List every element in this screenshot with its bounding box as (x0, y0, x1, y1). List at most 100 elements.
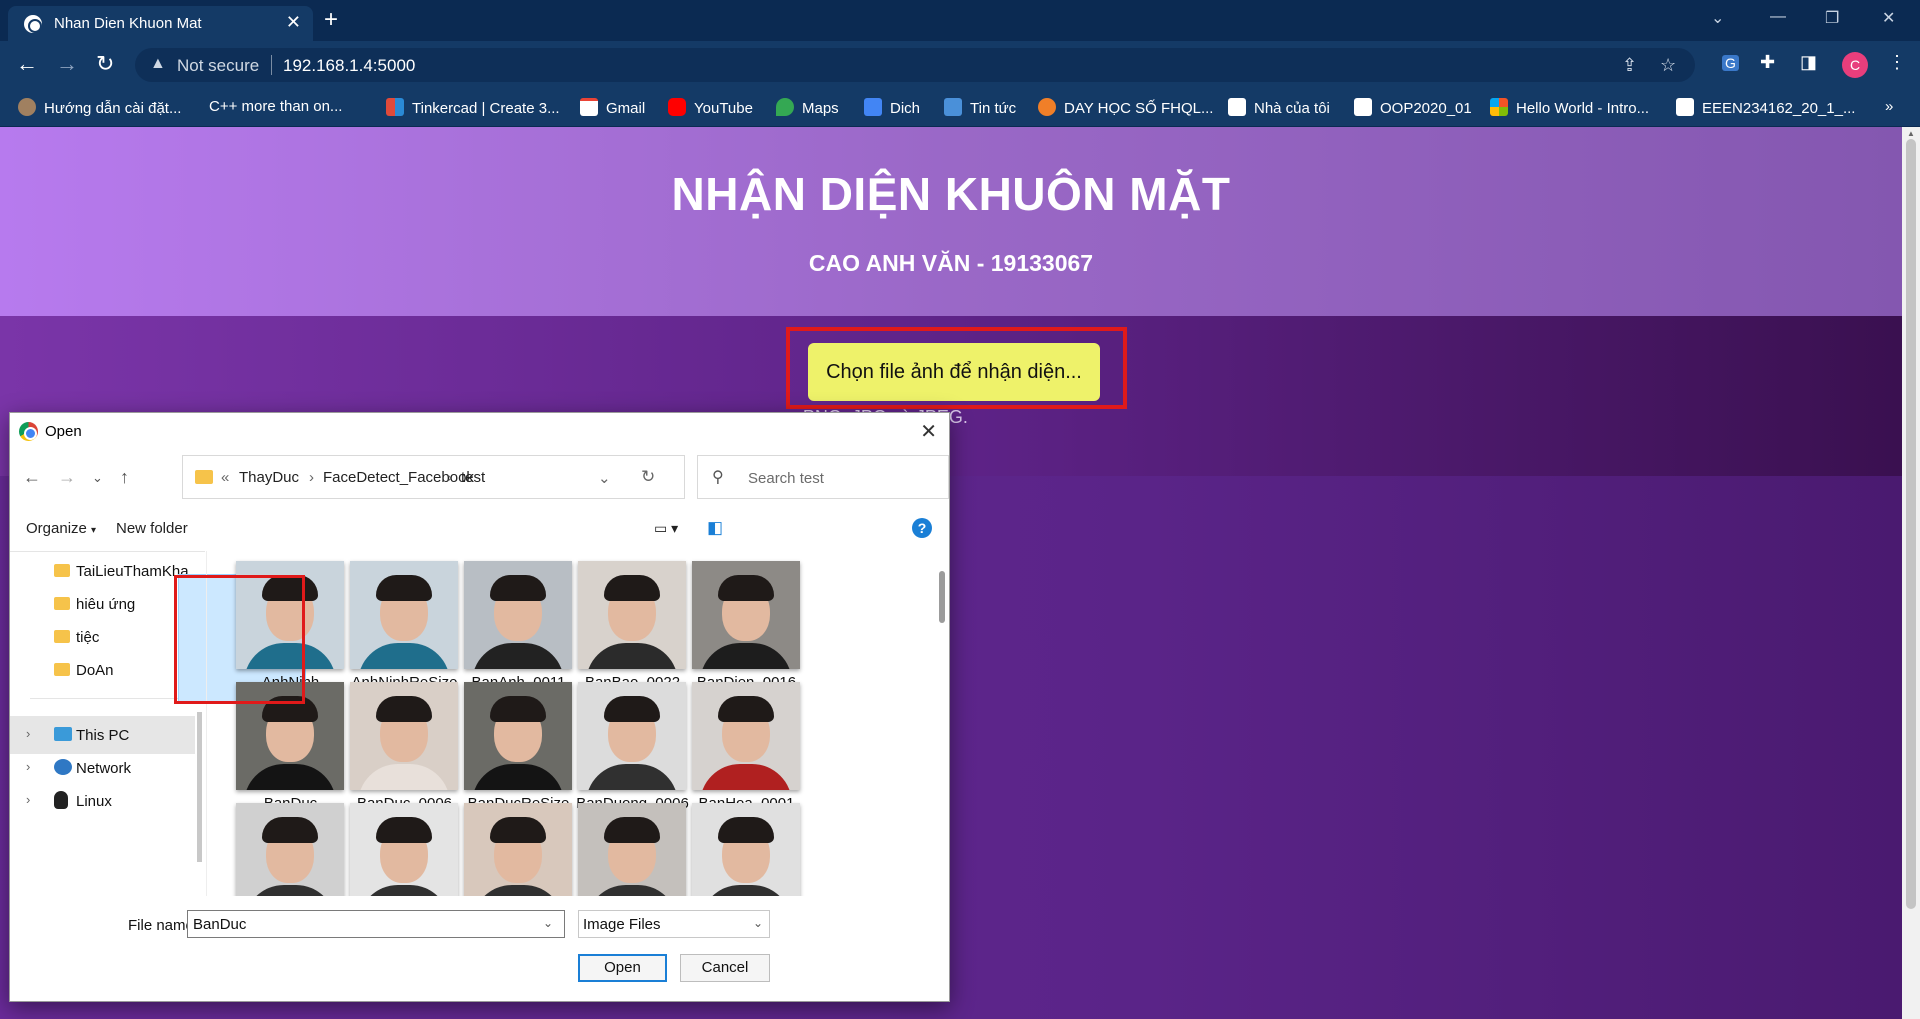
dialog-command-bar: Organize ▾ New folder ▭ ▾ ◧ ? (10, 511, 949, 547)
chevron-right-icon[interactable]: › (26, 792, 30, 807)
chevron-right-icon[interactable]: › (26, 726, 30, 741)
tinkercad-icon (386, 98, 404, 116)
tab-search-icon[interactable]: ⌄ (1711, 8, 1724, 28)
thumbnail-body (700, 885, 792, 896)
new-folder-button[interactable]: New folder (116, 520, 188, 537)
header-banner: NHẬN DIỆN KHUÔN MẶT CAO ANH VĂN - 191330… (0, 127, 1902, 316)
thumbnail-hair (718, 696, 774, 722)
scroll-up-icon[interactable]: ▲ (1907, 129, 1915, 138)
dialog-titlebar: Open ✕ (10, 413, 949, 449)
new-tab-button[interactable]: + (324, 6, 338, 34)
bookmark-item[interactable]: Tin tức (944, 98, 1016, 117)
bookmark-star-icon[interactable]: ☆ (1660, 55, 1676, 76)
restore-button[interactable]: ❐ (1825, 8, 1839, 28)
bookmarks-overflow-icon[interactable]: » (1885, 98, 1893, 115)
bookmark-item[interactable]: OOP2020_01 (1354, 98, 1472, 117)
image-thumbnail (692, 682, 800, 790)
chevron-down-icon: ⌄ (752, 916, 763, 930)
bookmark-item[interactable]: C++ more than on... (209, 98, 342, 115)
bookmark-item[interactable]: Tinkercad | Create 3... (386, 98, 560, 117)
breadcrumb-item[interactable]: ThayDuc (239, 469, 299, 486)
bookmark-icon (18, 98, 36, 116)
forward-icon[interactable]: → (58, 467, 76, 488)
bookmark-item[interactable]: DAY HỌC SỐ FHQL... (1038, 98, 1213, 117)
file-grid: AnhNinhAnhNinhReSizeBanAnh_0011BanBao_00… (206, 551, 941, 896)
nav-scrollbar-thumb[interactable] (197, 712, 202, 862)
news-icon (944, 98, 962, 116)
open-file-dialog: Open ✕ ← → ⌄ ↑ « ThayDuc › FaceDetect_Fa… (9, 412, 950, 1002)
bookmark-item[interactable]: Dich (864, 98, 920, 117)
cancel-button[interactable]: Cancel (680, 954, 770, 982)
thumbnail-hair (490, 817, 546, 843)
nav-item-folder[interactable]: DoAn (10, 651, 195, 689)
files-scrollbar-thumb[interactable] (939, 571, 945, 623)
close-tab-icon[interactable]: ✕ (286, 12, 301, 33)
page-title: NHẬN DIỆN KHUÔN MẶT (671, 168, 1231, 220)
extensions-icon[interactable]: ✚ (1760, 52, 1775, 73)
bookmark-item[interactable]: Nhà của tôi (1228, 98, 1330, 117)
bookmark-item[interactable]: YouTube (668, 98, 753, 117)
bookmark-item[interactable]: Gmail (580, 98, 645, 117)
help-icon[interactable]: ? (912, 518, 932, 538)
translate-icon[interactable]: G (1722, 55, 1739, 71)
choose-file-button[interactable]: Chọn file ảnh để nhận diện... (808, 343, 1100, 401)
share-icon[interactable]: ⇪ (1622, 55, 1637, 76)
search-placeholder: Search test (748, 470, 824, 487)
menu-icon[interactable]: ⋮ (1888, 52, 1906, 73)
side-panel-icon[interactable]: ◨ (1800, 52, 1817, 73)
url-text[interactable]: 192.168.1.4:5000 (283, 56, 415, 76)
not-secure-label[interactable]: Not secure (177, 56, 259, 76)
bookmark-item[interactable]: EEEN234162_20_1_... (1676, 98, 1855, 117)
breadcrumb[interactable]: « ThayDuc › FaceDetect_Facebook › test ⌄… (182, 455, 685, 499)
search-icon: ⚲ (712, 469, 724, 486)
recent-locations-icon[interactable]: ⌄ (92, 470, 103, 486)
bookmark-item[interactable]: Hello World - Intro... (1490, 98, 1649, 117)
back-icon[interactable]: ← (16, 51, 38, 77)
reload-icon[interactable]: ↻ (96, 51, 114, 77)
open-button[interactable]: Open (578, 954, 667, 982)
file-item[interactable] (665, 793, 805, 896)
close-window-button[interactable]: ✕ (1882, 8, 1895, 28)
breadcrumb-item[interactable]: test (461, 469, 485, 486)
organize-button[interactable]: Organize ▾ (26, 520, 96, 537)
refresh-icon[interactable]: ↻ (641, 467, 655, 487)
bookmark-item[interactable]: Hướng dẫn cài đặt... (18, 98, 181, 117)
view-options-icon[interactable]: ▭ ▾ (654, 520, 678, 537)
file-item[interactable]: BanDien_0016 (665, 551, 805, 691)
globe-icon (24, 15, 42, 33)
close-dialog-icon[interactable]: ✕ (920, 419, 937, 444)
forward-icon[interactable]: → (56, 51, 78, 77)
preview-pane-icon[interactable]: ◧ (707, 518, 723, 538)
image-thumbnail (692, 803, 800, 896)
minimize-button[interactable]: — (1770, 8, 1786, 26)
file-item[interactable]: BanHoa_0001 (665, 672, 805, 812)
file-type-select[interactable]: Image Files ⌄ (578, 910, 770, 938)
search-input[interactable]: ⚲ Search test (697, 455, 949, 499)
scrollbar-thumb[interactable] (1906, 139, 1916, 909)
thumbnail-hair (604, 696, 660, 722)
up-folder-icon[interactable]: ↑ (120, 467, 129, 488)
nav-item-linux[interactable]: › Linux (10, 782, 195, 820)
youtube-icon (668, 98, 686, 116)
breadcrumb-prefix: « (221, 469, 230, 486)
browser-tab[interactable]: Nhan Dien Khuon Mat ✕ (8, 6, 313, 41)
image-thumbnail (692, 561, 800, 669)
chrome-icon (19, 422, 38, 441)
dialog-title: Open (45, 423, 82, 440)
profile-avatar[interactable]: C (1842, 52, 1868, 78)
browser-toolbar: ← → ↻ ▲ Not secure 192.168.1.4:5000 ⇪ ☆ (0, 41, 1920, 89)
chevron-right-icon[interactable]: › (26, 759, 30, 774)
page-scrollbar[interactable]: ▲ (1902, 127, 1920, 1019)
chevron-down-icon[interactable]: ⌄ (543, 916, 553, 930)
bookmark-item[interactable]: Maps (776, 98, 839, 117)
tab-title: Nhan Dien Khuon Mat (54, 15, 202, 32)
address-bar[interactable]: ▲ Not secure 192.168.1.4:5000 ⇪ ☆ (135, 48, 1695, 82)
file-name-input[interactable] (187, 910, 565, 938)
back-icon[interactable]: ← (23, 467, 41, 488)
thumbnail-hair (604, 575, 660, 601)
linux-icon (54, 791, 68, 809)
thumbnail-hair (490, 696, 546, 722)
thumbnail-hair (376, 575, 432, 601)
page-subtitle: CAO ANH VĂN - 19133067 (808, 250, 1094, 276)
chevron-down-icon[interactable]: ⌄ (598, 469, 611, 487)
